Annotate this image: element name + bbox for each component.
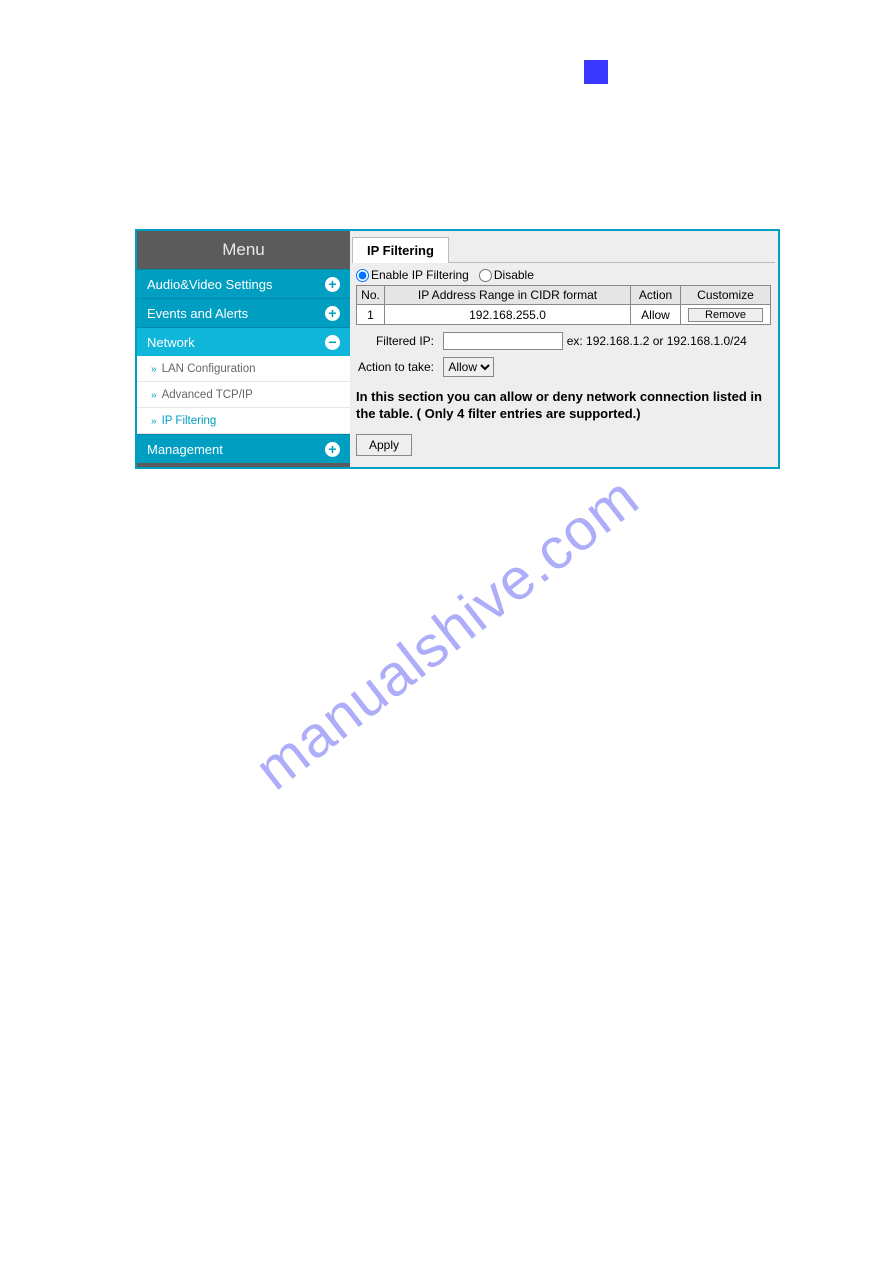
radio-disable-input[interactable] <box>479 269 492 282</box>
content-area: IP Filtering Enable IP Filtering Disable… <box>350 231 778 467</box>
table-header-row: No. IP Address Range in CIDR format Acti… <box>357 286 771 305</box>
action-select[interactable]: Allow <box>443 357 494 377</box>
sub-item-advanced-tcpip[interactable]: » Advanced TCP/IP <box>137 382 350 408</box>
sub-item-label: Advanced TCP/IP <box>162 389 253 401</box>
sidebar-item-label: Management <box>147 435 223 464</box>
sidebar-item-label: Events and Alerts <box>147 299 248 328</box>
cell-no: 1 <box>357 305 385 325</box>
col-action-header: Action <box>631 286 681 305</box>
radio-enable-label: Enable IP Filtering <box>371 268 469 282</box>
plus-icon <box>325 277 340 292</box>
chevron-icon: » <box>151 364 157 375</box>
filtered-ip-hint: ex: 192.168.1.2 or 192.168.1.0/24 <box>567 334 747 348</box>
radio-disable[interactable]: Disable <box>479 268 534 282</box>
filtered-ip-input[interactable] <box>443 332 563 350</box>
tab-ip-filtering[interactable]: IP Filtering <box>352 237 449 263</box>
col-customize-header: Customize <box>681 286 771 305</box>
sub-item-ip-filtering[interactable]: » IP Filtering <box>137 408 350 434</box>
chevron-icon: » <box>151 416 157 427</box>
filtered-ip-row: Filtered IP: ex: 192.168.1.2 or 192.168.… <box>356 332 771 350</box>
sub-item-lan-configuration[interactable]: » LAN Configuration <box>137 356 350 382</box>
plus-icon <box>325 306 340 321</box>
sub-item-label: LAN Configuration <box>162 363 256 375</box>
sidebar-item-network[interactable]: Network <box>137 327 350 356</box>
sidebar-item-label: Audio&Video Settings <box>147 270 273 299</box>
cell-customize: Remove <box>681 305 771 325</box>
sub-item-label: IP Filtering <box>162 415 217 427</box>
sidebar-item-label: Network <box>147 328 195 357</box>
remove-button[interactable]: Remove <box>688 308 763 322</box>
cell-action: Allow <box>631 305 681 325</box>
action-label: Action to take: <box>356 360 434 374</box>
apply-button[interactable]: Apply <box>356 434 412 456</box>
sidebar-title: Menu <box>137 231 350 269</box>
filtered-ip-label: Filtered IP: <box>356 334 434 348</box>
sidebar-item-events-alerts[interactable]: Events and Alerts <box>137 298 350 327</box>
watermark-text: manualshive.com <box>242 463 651 803</box>
radio-enable[interactable]: Enable IP Filtering <box>356 268 469 282</box>
sidebar-item-management[interactable]: Management <box>137 434 350 463</box>
cell-range: 192.168.255.0 <box>385 305 631 325</box>
col-no-header: No. <box>357 286 385 305</box>
action-row: Action to take: Allow <box>356 357 771 377</box>
decorative-square <box>584 60 608 84</box>
sidebar: Menu Audio&Video Settings Events and Ale… <box>137 231 350 467</box>
chevron-icon: » <box>151 390 157 401</box>
panel: Enable IP Filtering Disable No. IP Addre… <box>352 262 775 464</box>
table-row: 1 192.168.255.0 Allow Remove <box>357 305 771 325</box>
filter-table: No. IP Address Range in CIDR format Acti… <box>356 285 771 325</box>
plus-icon <box>325 442 340 457</box>
network-submenu: » LAN Configuration » Advanced TCP/IP » IP … <box>137 356 350 434</box>
col-range-header: IP Address Range in CIDR format <box>385 286 631 305</box>
minus-icon <box>325 335 340 350</box>
app-frame: Menu Audio&Video Settings Events and Ale… <box>135 229 780 469</box>
sidebar-item-audio-video[interactable]: Audio&Video Settings <box>137 269 350 298</box>
radio-enable-input[interactable] <box>356 269 369 282</box>
note-text: In this section you can allow or deny ne… <box>356 389 771 422</box>
filter-mode-row: Enable IP Filtering Disable <box>356 266 771 285</box>
radio-disable-label: Disable <box>494 268 534 282</box>
